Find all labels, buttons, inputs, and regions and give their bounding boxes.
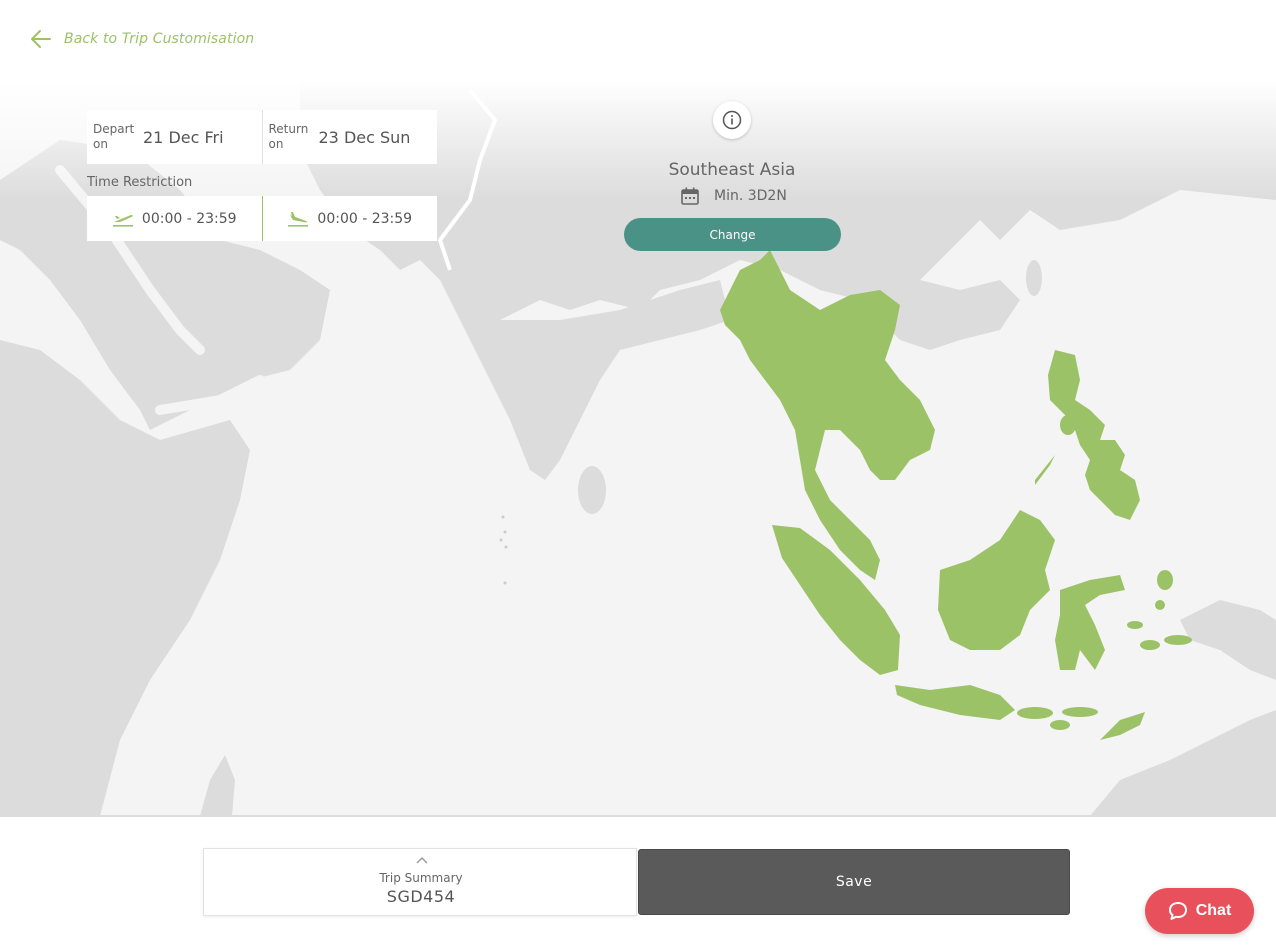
info-icon bbox=[722, 110, 742, 130]
region-map[interactable] bbox=[0, 80, 1276, 816]
region-info-button[interactable] bbox=[713, 101, 751, 139]
world-map-graphic bbox=[0, 80, 1276, 816]
arrival-time-range: 00:00 - 23:59 bbox=[317, 210, 413, 227]
return-date-value: 23 Dec Sun bbox=[318, 127, 411, 147]
travel-dates-panel: Depart on 21 Dec Fri Return on 23 Dec Su… bbox=[87, 110, 437, 164]
back-link-label: Back to Trip Customisation bbox=[64, 31, 255, 47]
chevron-up-icon bbox=[416, 857, 428, 864]
return-date-selector[interactable]: Return on 23 Dec Sun bbox=[261, 110, 438, 164]
plane-takeoff-icon bbox=[112, 214, 133, 227]
change-region-button[interactable]: Change bbox=[624, 218, 841, 251]
arrival-time-selector[interactable]: 00:00 - 23:59 bbox=[261, 196, 438, 241]
depart-caption: Depart on bbox=[93, 122, 135, 151]
return-caption: Return on bbox=[268, 122, 309, 151]
time-restriction-panel: 00:00 - 23:59 00:00 - 23:59 bbox=[87, 196, 437, 241]
plane-landing-icon bbox=[288, 211, 309, 227]
save-button[interactable]: Save bbox=[638, 849, 1070, 915]
depart-date-selector[interactable]: Depart on 21 Dec Fri bbox=[87, 110, 262, 164]
chat-bubble-icon bbox=[1168, 902, 1187, 920]
chat-label: Chat bbox=[1195, 902, 1232, 919]
calendar-icon bbox=[681, 187, 699, 205]
arrow-left-icon bbox=[31, 30, 51, 48]
chat-button[interactable]: Chat bbox=[1145, 888, 1254, 934]
trip-summary-price: SGD454 bbox=[386, 887, 456, 906]
back-to-trip-link[interactable]: Back to Trip Customisation bbox=[30, 28, 254, 50]
minimum-duration-label: Min. 3D2N bbox=[714, 188, 787, 204]
time-restriction-title: Time Restriction bbox=[87, 175, 193, 190]
trip-summary-toggle[interactable]: Trip Summary SGD454 bbox=[203, 848, 637, 916]
departure-time-range: 00:00 - 23:59 bbox=[141, 210, 237, 227]
departure-time-selector[interactable]: 00:00 - 23:59 bbox=[87, 196, 262, 241]
region-name: Southeast Asia bbox=[668, 160, 796, 180]
trip-summary-label: Trip Summary bbox=[379, 871, 463, 885]
minimum-duration: Min. 3D2N bbox=[680, 186, 787, 206]
trip-map-page: Back to Trip Customisation Depart on 21 … bbox=[0, 0, 1276, 947]
depart-date-value: 21 Dec Fri bbox=[143, 127, 224, 147]
